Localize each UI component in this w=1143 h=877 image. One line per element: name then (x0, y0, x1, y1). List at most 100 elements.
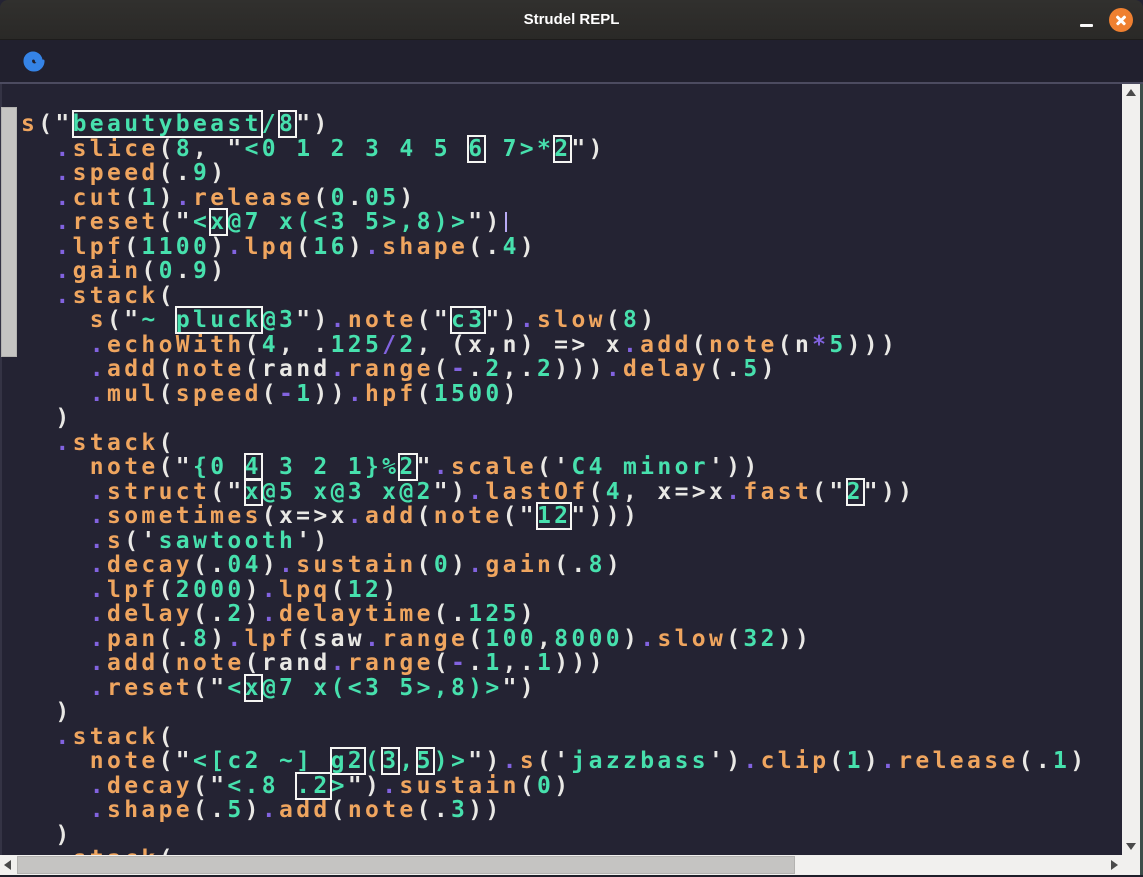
code-token: (" (159, 454, 193, 480)
code-token: add (640, 332, 692, 358)
code-line: ) (21, 823, 1087, 848)
horizontal-scrollbar-thumb[interactable] (17, 856, 795, 874)
code-token: ( (159, 283, 176, 309)
code-token: ) (245, 577, 262, 603)
vertical-scrollbar[interactable] (1122, 84, 1140, 855)
code-token: ( (159, 356, 176, 382)
code-token (21, 846, 55, 855)
strudel-logo-icon[interactable] (21, 48, 47, 74)
code-token: ( (296, 626, 313, 652)
code-token: ) (21, 822, 73, 848)
code-token: 8 (193, 626, 210, 652)
code-token: lpf (245, 626, 297, 652)
code-token: shape (107, 797, 193, 823)
code-token: . (1036, 748, 1053, 774)
code-token: ) (520, 601, 537, 627)
active-event-highlight: x (245, 479, 262, 505)
code-token: 5 (829, 332, 846, 358)
code-token: ( (417, 381, 434, 407)
code-token: ( (778, 332, 795, 358)
code-token: ( (709, 356, 726, 382)
code-token: ) (210, 258, 227, 284)
code-token: ')) (709, 454, 761, 480)
code-token: (" (159, 748, 193, 774)
strudel-repl-window: Strudel REPL s("beautybeast/8") .slice(8… (0, 0, 1143, 877)
code-token: saw (313, 626, 365, 652)
close-button[interactable] (1109, 8, 1133, 32)
code-token: ") (503, 675, 537, 701)
code-token (21, 601, 90, 627)
scroll-down-arrow-icon[interactable] (1126, 843, 1136, 850)
code-token: gain (73, 258, 142, 284)
minimize-button[interactable] (1075, 0, 1099, 40)
code-token: ") (485, 307, 519, 333)
code-token: ( (262, 381, 279, 407)
code-line: ) (21, 406, 1087, 431)
scroll-right-arrow-icon[interactable] (1111, 860, 1118, 870)
code-token: sometimes (107, 503, 262, 529)
code-token: ") (348, 773, 382, 799)
code-token: . (451, 601, 468, 627)
code-token: delay (107, 601, 193, 627)
code-token: . (55, 209, 72, 235)
code-token: ( (159, 381, 176, 407)
code-editor[interactable]: s("beautybeast/8") .slice(8, "<0 1 2 3 4… (0, 84, 1143, 855)
code-token: ))) (554, 356, 606, 382)
code-line: .decay(.04).sustain(0).gain(.8) (21, 553, 1087, 578)
code-token: . (331, 356, 348, 382)
code-token: ( (141, 258, 158, 284)
code-token: . (434, 454, 451, 480)
code-token: clip (761, 748, 830, 774)
code-line: .s('sawtooth') (21, 529, 1087, 554)
code-token: ( (159, 650, 176, 676)
code-token: . (55, 724, 72, 750)
code-token: . (227, 234, 244, 260)
active-event-highlight: x (210, 209, 227, 235)
code-token: note (90, 748, 159, 774)
code-token: delaytime (279, 601, 434, 627)
code-token: 3 2 1}% (262, 454, 400, 480)
code-token: (" (503, 503, 537, 529)
code-line: ) (21, 700, 1087, 725)
code-token: )) (313, 381, 347, 407)
active-event-highlight: x (245, 675, 262, 701)
code-area[interactable]: s("beautybeast/8") .slice(8, "<0 1 2 3 4… (21, 112, 1087, 855)
code-token (21, 160, 55, 186)
code-token (21, 773, 90, 799)
code-token: ) (554, 773, 571, 799)
code-token: stack (73, 846, 159, 855)
code-token: 1 (296, 381, 313, 407)
code-token: speed (176, 381, 262, 407)
vertical-scrollbar-thumb[interactable] (1, 107, 17, 357)
code-token: ( (159, 724, 176, 750)
code-token: . (227, 626, 244, 652)
code-token: , (537, 626, 554, 652)
code-line: .struct("x@5 x@3 x@2").lastOf(4, x=>x.fa… (21, 480, 1087, 505)
code-token: lastOf (485, 479, 588, 505)
code-token: sawtooth (159, 528, 297, 554)
code-token: ) (451, 552, 468, 578)
code-token: . (348, 503, 365, 529)
code-token: 1 (485, 650, 502, 676)
code-token: decay (107, 773, 193, 799)
code-token: ') (296, 528, 330, 554)
code-token: . (382, 773, 399, 799)
scroll-up-arrow-icon[interactable] (1126, 89, 1136, 96)
code-token: 9 (193, 258, 210, 284)
code-token: ( (313, 185, 330, 211)
scroll-left-arrow-icon[interactable] (4, 860, 11, 870)
code-token: , (399, 748, 416, 774)
code-token: ( (159, 136, 176, 162)
code-token: ( (159, 160, 176, 186)
code-token: ) (399, 185, 416, 211)
active-event-highlight: 2 (847, 479, 864, 505)
code-token: delay (623, 356, 709, 382)
code-token: . (348, 381, 365, 407)
code-token (21, 307, 90, 333)
code-token: ) (262, 552, 279, 578)
horizontal-scrollbar[interactable] (0, 855, 1122, 875)
code-token: (' (537, 454, 571, 480)
code-token: . (90, 332, 107, 358)
code-token: 0 (331, 185, 348, 211)
code-token: (" (159, 209, 193, 235)
